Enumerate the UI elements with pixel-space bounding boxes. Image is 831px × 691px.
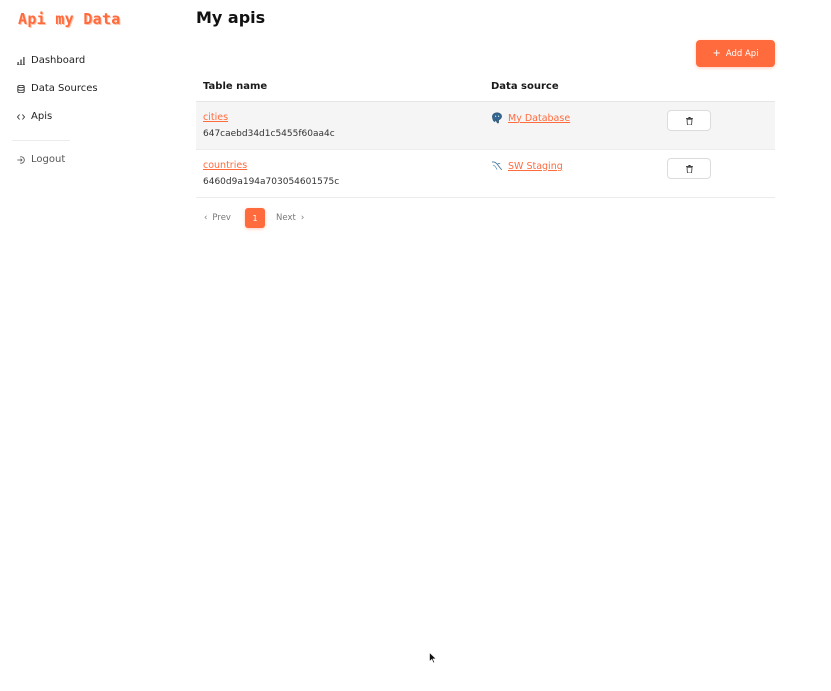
table-header: Table name Data source [196,74,775,102]
postgresql-icon [491,112,503,124]
app-logo[interactable]: Api my Data [18,10,121,28]
add-api-button[interactable]: + Add Api [696,40,775,67]
sidebar: Api my Data Dashboard Data Sources Apis [0,0,180,691]
data-source-link[interactable]: SW Staging [508,161,563,172]
pagination: ‹ Prev 1 Next › [200,208,340,228]
sidebar-item-label: Data Sources [31,83,98,94]
sidebar-item-dashboard[interactable]: Dashboard [17,55,85,66]
column-header-data-source: Data source [491,81,559,92]
page-1-button[interactable]: 1 [245,208,265,228]
page-title: My apis [196,8,266,27]
code-icon [17,112,25,122]
api-name-link[interactable]: countries [203,160,339,171]
chevron-left-icon: ‹ [204,213,208,223]
trash-icon [685,116,693,125]
app-window: Api my Data Dashboard Data Sources Apis [0,0,831,691]
trash-icon [685,164,693,173]
api-id: 6460d9a194a703054601575c [203,177,340,187]
logout-icon [17,155,25,165]
chevron-right-icon: › [300,213,305,223]
data-source-cell: My Database [491,112,570,124]
sidebar-item-data-sources[interactable]: Data Sources [17,83,98,94]
api-id: 647caebd34d1c5455f60aa4c [203,129,335,139]
table-name-cell: cities 647caebd34d1c5455f60aa4c [203,112,335,139]
sidebar-item-logout[interactable]: Logout [17,154,65,165]
database-icon [17,84,25,94]
table-name-cell: countries 6460d9a194a703054601575c [203,160,339,187]
apis-table: Table name Data source cities 647caebd34… [196,74,775,198]
column-header-table-name: Table name [203,81,268,92]
plus-icon: + [712,47,721,59]
table-row: cities 647caebd34d1c5455f60aa4c My Datab… [196,102,775,150]
delete-button[interactable] [667,158,711,179]
prev-page-button[interactable]: ‹ Prev [204,213,231,223]
next-label: Next [276,213,296,223]
prev-label: Prev [212,213,231,223]
data-source-cell: SW Staging [491,160,563,172]
sidebar-item-label: Dashboard [31,55,86,66]
mysql-icon [491,160,503,172]
bar-chart-icon [17,56,25,66]
add-api-label: Add Api [725,48,759,59]
data-source-link[interactable]: My Database [508,113,570,124]
table-row: countries 6460d9a194a703054601575c SW St… [196,150,775,198]
sidebar-item-label: Apis [31,111,53,122]
next-page-button[interactable]: Next › [276,213,304,223]
sidebar-item-label: Logout [31,154,66,165]
api-name-link[interactable]: cities [203,112,335,123]
delete-button[interactable] [667,110,711,131]
mouse-cursor-icon [429,652,437,664]
sidebar-item-apis[interactable]: Apis [17,111,52,122]
sidebar-divider [12,140,70,141]
